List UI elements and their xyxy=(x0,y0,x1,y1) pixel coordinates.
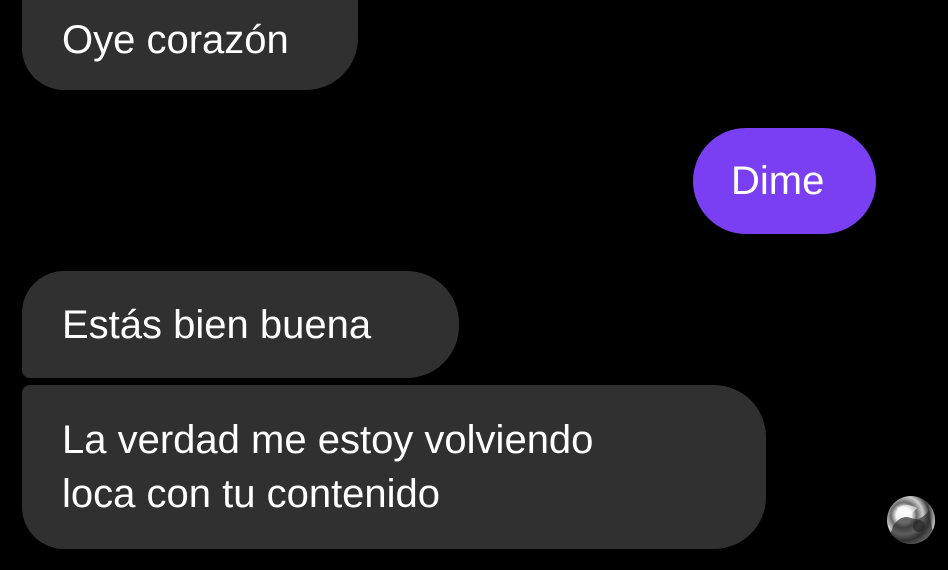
message-text-line: loca con tu contenido xyxy=(62,472,441,516)
avatar-photo-icon xyxy=(887,505,935,544)
contact-avatar[interactable] xyxy=(887,496,935,544)
message-text: Estás bien buena xyxy=(62,303,372,347)
message-text-line: La verdad me estoy volviendo xyxy=(62,418,594,462)
message-bubble-outgoing[interactable]: Dime xyxy=(693,128,876,234)
message-bubble-incoming[interactable]: La verdad me estoy volviendo loca con tu… xyxy=(22,385,766,549)
message-text: Dime xyxy=(731,159,825,203)
message-bubble-incoming[interactable]: Estás bien buena xyxy=(22,271,459,378)
message-bubble-incoming[interactable]: Oye corazón xyxy=(22,0,358,90)
message-text: Oye corazón xyxy=(62,18,289,62)
